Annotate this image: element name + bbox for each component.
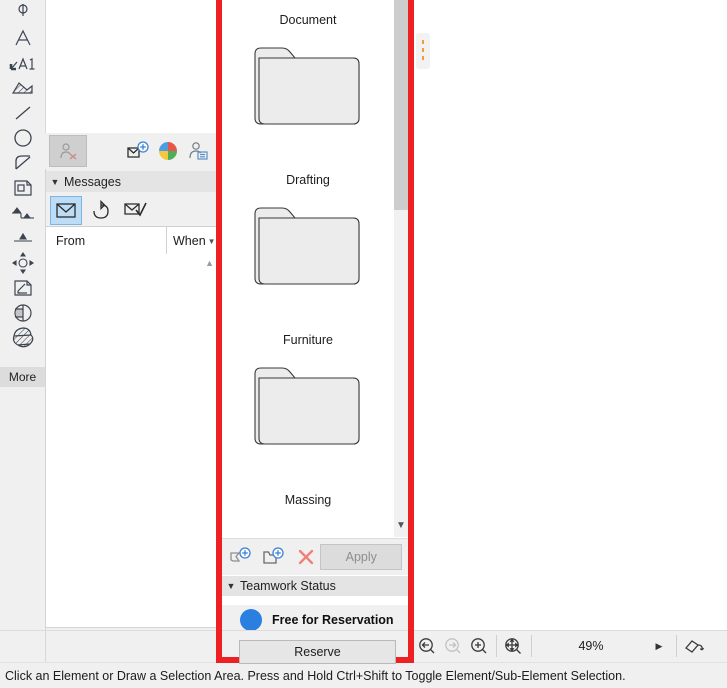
more-tools-button[interactable]: More [0,367,45,387]
zoom-divider-3 [676,635,677,657]
teamwork-status-header[interactable]: ▼ Teamwork Status [222,576,408,596]
filter-all-messages-icon[interactable] [50,195,82,225]
folder-list-scrollbar[interactable]: ▼ [394,0,408,537]
circle-tool-icon[interactable] [0,125,45,150]
annotation-tool-icon[interactable] [0,275,45,300]
fit-in-window-icon[interactable] [501,630,527,662]
zoom-divider-2 [531,635,532,657]
messages-filter-row [46,194,216,226]
folder-label: Drafting [286,173,330,187]
reserve-button[interactable]: Reserve [239,640,396,664]
folder-action-bar: Apply [222,538,408,575]
apply-button-label: Apply [345,550,377,564]
level-dimension-tool-icon[interactable] [0,200,45,225]
column-header-when-label: When [173,234,206,248]
messages-column-header: From When ▼ [46,226,216,256]
reservation-status-label: Free for Reservation [272,613,394,627]
messages-collapse-icon[interactable]: ▼ [46,177,64,187]
messages-list-body[interactable]: ▲ [46,254,216,627]
column-header-when[interactable]: When ▼ [167,227,216,255]
folder-label: Furniture [282,333,334,347]
filter-sent-messages-icon[interactable] [86,197,116,224]
figure-drawing-tool-icon[interactable] [0,175,45,200]
filter-read-messages-icon[interactable] [120,197,150,224]
fill-hatch-tool-icon[interactable] [0,75,45,100]
sort-descending-icon[interactable]: ▼ [208,237,216,246]
elevation-marker-tool-icon[interactable] [0,225,45,250]
folder-label: Massing [284,493,332,507]
color-wheel-icon[interactable] [153,136,183,166]
zoom-next-icon[interactable] [440,630,466,662]
folder-label: Document [279,13,337,27]
zoom-previous-icon[interactable] [414,630,440,662]
zoom-controls: 49% ▶ [414,630,727,662]
status-bar-text: Click an Element or Draw a Selection Are… [5,668,626,683]
messages-title: Messages [64,174,121,189]
scrollbar-thumb[interactable] [394,0,408,210]
toolbar-divider [45,630,46,662]
folder-icon [249,40,367,133]
new-message-icon[interactable] [123,136,153,166]
zoom-divider [496,635,497,657]
polyline-tool-icon[interactable] [0,150,45,175]
add-folder-icon[interactable] [258,541,288,573]
zoom-in-icon[interactable] [466,630,492,662]
orbit-icon[interactable] [681,630,707,662]
user-remove-icon[interactable] [49,135,87,167]
messages-section-header[interactable]: ▼ Messages [46,171,216,192]
panel-drag-handle[interactable] [416,33,430,69]
list-item[interactable]: Massing [222,480,394,537]
column-header-from-label: From [56,234,86,248]
folder-icon [249,200,367,293]
teamwork-status-title: Teamwork Status [240,579,336,593]
list-item[interactable]: Furniture [222,320,394,480]
reserve-button-label: Reserve [294,645,341,659]
section-tool-icon[interactable] [0,300,45,325]
text-tool-icon[interactable] [0,25,45,50]
palette-toolbar [45,133,217,169]
list-item[interactable]: Document [222,0,394,160]
column-header-from[interactable]: From [46,227,167,255]
teamwork-collapse-icon[interactable]: ▼ [222,581,240,591]
status-bar: Click an Element or Draw a Selection Are… [0,662,727,688]
more-tools-label: More [8,370,37,384]
dimension-tool-icon[interactable] [0,0,45,25]
scroll-down-icon[interactable]: ▼ [394,520,408,531]
user-info-icon[interactable] [183,136,213,166]
hotspot-tool-icon[interactable] [0,250,45,275]
status-badge [240,609,262,631]
folder-icon [249,360,367,453]
line-tool-icon[interactable] [0,100,45,125]
label-a1-tool-icon[interactable] [0,50,45,75]
zoom-next-arrow-icon[interactable]: ▶ [646,641,672,652]
drag-handle-dashes [422,40,424,62]
zoom-level-value[interactable]: 49% [536,639,646,653]
left-tool-palette[interactable]: More [0,0,46,660]
apply-button[interactable]: Apply [320,544,403,570]
add-element-icon[interactable] [225,541,255,573]
canvas-upper-left-area [45,0,217,133]
list-item[interactable]: Drafting [222,160,394,320]
messages-scroll-up-icon[interactable]: ▲ [205,258,214,268]
folder-list[interactable]: Document Drafting Furniture Massing [222,0,394,537]
morph-tool-icon[interactable] [0,325,45,350]
delete-icon[interactable] [291,541,321,573]
